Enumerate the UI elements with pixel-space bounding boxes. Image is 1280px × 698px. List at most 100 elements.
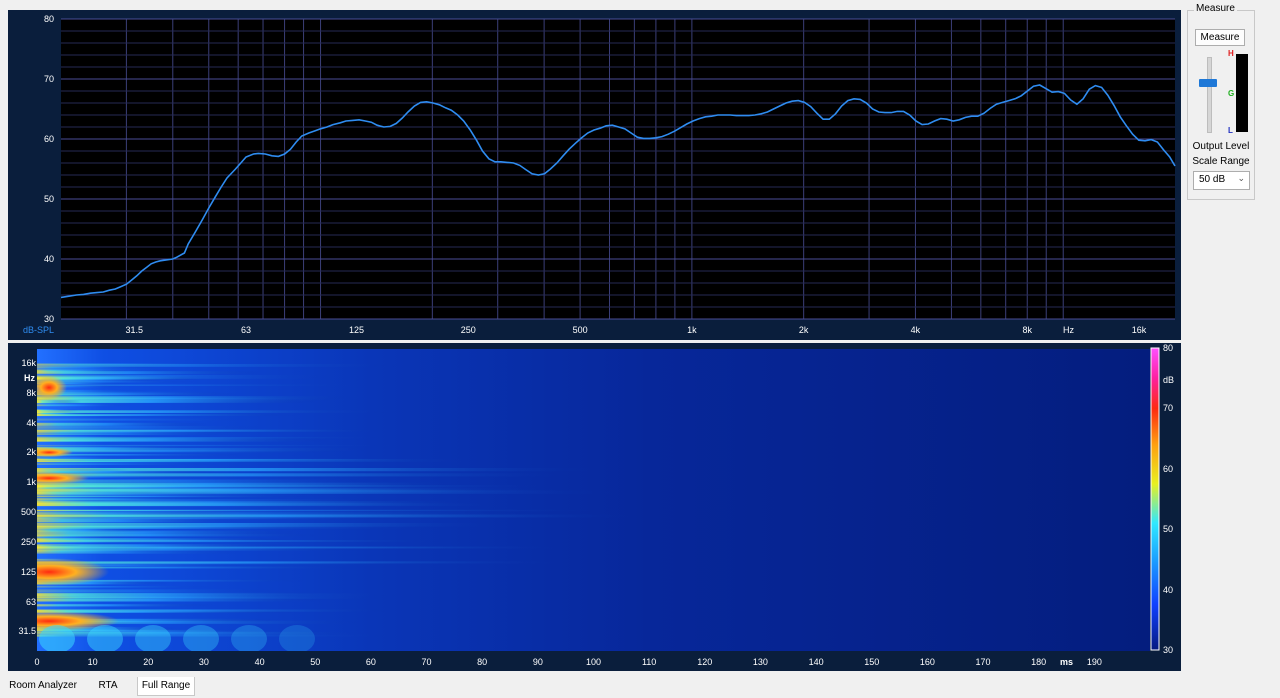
color-scale-bar — [1150, 347, 1160, 651]
energy-streak — [37, 493, 324, 496]
x-tick-label: 2k — [798, 325, 809, 335]
energy-streak — [37, 479, 385, 483]
spectrogram-x-tick-label: 120 — [697, 657, 713, 667]
measure-group: Measure Measure H G L Output Level Scale… — [1187, 3, 1255, 200]
y-tick-label: 70 — [43, 74, 54, 84]
y-tick-label: 40 — [43, 254, 54, 264]
energy-streak — [37, 528, 157, 532]
energy-streak — [37, 439, 270, 442]
energy-streak — [37, 418, 251, 421]
tab-bar: Room Analyzer RTA Full Range — [0, 677, 1280, 698]
energy-streak — [37, 503, 502, 507]
y-tick-label: 30 — [43, 314, 54, 324]
frequency-response-chart — [60, 18, 1176, 320]
scale-range-value: 50 dB — [1199, 174, 1226, 185]
measure-button[interactable]: Measure — [1195, 29, 1245, 46]
energy-streak — [37, 429, 390, 432]
color-scale-tick-label: 30 — [1163, 645, 1174, 655]
spectrogram-y-tick-label: 4k — [26, 417, 36, 428]
color-scale-unit: dB — [1163, 375, 1175, 385]
output-level-slider-thumb[interactable] — [1199, 79, 1217, 87]
energy-streak — [37, 488, 561, 491]
energy-streak — [37, 540, 444, 542]
energy-streak — [37, 375, 337, 379]
meter-low-label: L — [1228, 126, 1233, 135]
energy-streak — [37, 414, 294, 416]
energy-lowfreq-blob — [39, 625, 75, 651]
energy-streak — [37, 482, 469, 486]
x-unit-label: Hz — [1063, 325, 1074, 335]
x-tick-label: 4k — [910, 325, 921, 335]
energy-streak — [37, 433, 233, 435]
plot-area — [61, 19, 1175, 319]
spectrogram-x-tick-label: 160 — [919, 657, 935, 667]
output-level-label: Output Level — [1192, 141, 1250, 152]
spectrogram-chart — [37, 347, 1160, 651]
energy-streak — [37, 495, 309, 498]
spectrogram-y-tick-label: 16k — [21, 357, 36, 368]
tab-rta[interactable]: RTA — [80, 677, 136, 695]
energy-streak — [37, 550, 243, 554]
color-scale-tick-label: 60 — [1163, 463, 1174, 474]
spectrogram-y-tick-label: 250 — [20, 537, 36, 548]
color-scale-tick-label: 40 — [1163, 584, 1174, 595]
energy-streak — [37, 519, 242, 523]
spectrogram-y-tick-label: 8k — [26, 387, 36, 398]
x-tick-label: 16k — [1131, 325, 1147, 335]
spectrogram-y-unit: Hz — [24, 373, 35, 383]
energy-streak — [37, 410, 340, 413]
energy-streak — [37, 473, 567, 477]
meter-high-label: H — [1228, 49, 1234, 58]
energy-hotspot — [37, 472, 89, 485]
energy-streak — [37, 517, 395, 520]
energy-streak — [37, 534, 319, 537]
energy-streak — [37, 586, 213, 588]
scale-range-label: Scale Range — [1192, 156, 1250, 167]
spectrogram-x-tick-label: 20 — [143, 657, 154, 667]
x-tick-label: 125 — [349, 325, 365, 335]
energy-streak — [37, 366, 158, 369]
chevron-down-icon: ⌄ — [1237, 173, 1245, 183]
scale-range-select[interactable]: 50 dB ⌄ — [1193, 171, 1250, 190]
spectrogram-y-tick-label: 125 — [20, 566, 36, 577]
energy-streak — [37, 486, 385, 488]
spectrogram-x-tick-label: 150 — [864, 657, 880, 667]
energy-streak — [37, 532, 292, 534]
color-scale-tick-label: 50 — [1163, 524, 1174, 535]
spectrogram-y-tick-label: 1k — [26, 477, 36, 488]
spectrogram-y-tick-label: 63 — [25, 596, 36, 607]
x-tick-label: 250 — [460, 325, 476, 335]
energy-streak — [37, 523, 498, 527]
level-meter — [1236, 54, 1248, 132]
output-level-slider-track[interactable] — [1207, 57, 1212, 133]
spectrogram-x-tick-label: 30 — [198, 657, 209, 667]
energy-streak — [37, 604, 214, 607]
frequency-response-panel: 80 70 60 50 40 30 31.5 63 125 250 500 1k 2k 4k 8k 16k … — [8, 10, 1181, 340]
energy-lowfreq-blob — [231, 625, 267, 651]
y-tick-label: 50 — [43, 194, 54, 204]
spectrogram-x-tick-label: 180 — [1031, 657, 1047, 667]
spectrogram-x-tick-label: 0 — [34, 657, 40, 667]
color-scale-tick-label: 80 — [1163, 343, 1174, 353]
x-tick-label: 63 — [241, 325, 252, 335]
energy-streak — [37, 561, 565, 564]
tab-room-analyzer[interactable]: Room Analyzer — [8, 677, 78, 695]
energy-streak — [37, 371, 263, 375]
meter-good-label: G — [1228, 89, 1235, 98]
spectrogram-x-tick-label: 140 — [808, 657, 824, 667]
energy-streak — [37, 509, 605, 512]
spectrogram-x-tick-label: 170 — [975, 657, 991, 667]
y-tick-label: 80 — [43, 14, 54, 24]
energy-lowfreq-blob — [279, 625, 315, 651]
energy-streak — [37, 422, 207, 426]
spectrogram-panel: 16k 8k 4k 2k 1k 500 250 125 63 31.5 0 10 20 30 40 50 60… — [8, 343, 1181, 671]
energy-streak — [37, 497, 217, 500]
energy-streak — [37, 470, 217, 473]
energy-streak — [37, 589, 280, 592]
spectrogram-y-tick-label: 500 — [20, 507, 36, 518]
color-scale-tick-label: 70 — [1163, 403, 1174, 414]
spectrogram-y-tick-label: 2k — [26, 447, 36, 458]
y-unit-label: dB-SPL — [23, 325, 55, 335]
x-tick-label: 8k — [1022, 325, 1032, 335]
tab-full-range[interactable]: Full Range — [137, 677, 195, 696]
